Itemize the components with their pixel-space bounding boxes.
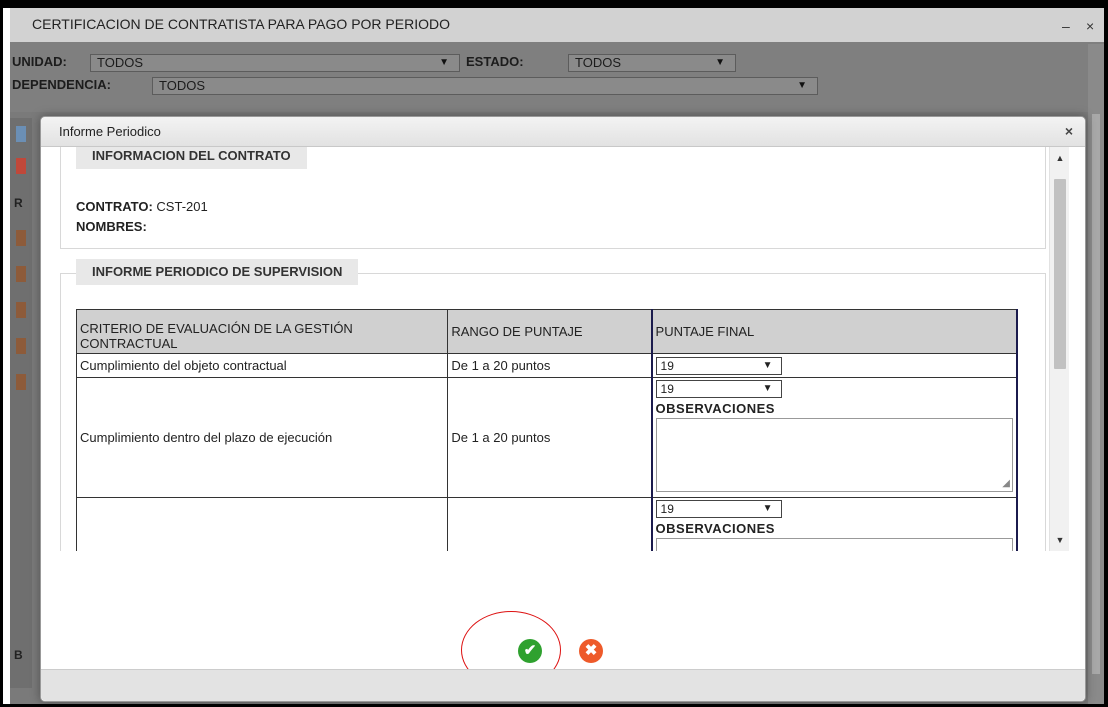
evaluation-table: CRITERIO DE EVALUACIÓN DE LA GESTIÓN CON… (75, 309, 1019, 551)
report-legend: INFORME PERIODICO DE SUPERVISION (76, 259, 359, 285)
table-row: Cumplimiento dentro del plazo de ejecuci… (75, 377, 1019, 498)
scroll-up-icon[interactable]: ▲ (1050, 153, 1070, 163)
dialog-header: Informe Periodico × (41, 117, 1085, 147)
close-icon[interactable]: × (1086, 18, 1094, 34)
header-rango: RANGO DE PUNTAJE (447, 309, 653, 354)
estado-select-value: TODOS (575, 55, 621, 70)
rango-cell: De 1 a 20 puntos (447, 353, 653, 378)
chevron-down-icon: ▼ (715, 57, 725, 68)
dialog-title: Informe Periodico (59, 124, 161, 139)
contrato-label: CONTRATO: (76, 199, 153, 214)
observaciones-textarea[interactable]: ◢ (655, 418, 1013, 492)
dialog-scrollbar-thumb[interactable] (1054, 179, 1066, 369)
contract-info-legend: INFORMACION DEL CONTRATO (76, 147, 307, 169)
chevron-down-icon: ▼ (762, 359, 773, 371)
row-icon (16, 266, 26, 282)
background-left-column: R B (10, 118, 32, 688)
background-window-title: CERTIFICACION DE CONTRATISTA PARA PAGO P… (32, 16, 450, 32)
cancel-button[interactable]: ✖ (579, 639, 603, 663)
criterio-cell: Cumplimiento dentro del plazo de ejecuci… (75, 377, 449, 498)
chevron-down-icon: ▼ (439, 57, 449, 68)
informe-periodico-dialog: Informe Periodico × INFORMACION DEL CONT… (40, 116, 1086, 702)
row-letter: R (14, 196, 23, 210)
check-circle-icon: ✔ (523, 642, 537, 659)
puntaje-select-value: 19 (660, 382, 674, 396)
accept-button[interactable]: ✔ (518, 639, 542, 663)
rango-cell: De 1 a 20 puntos (447, 377, 653, 498)
background-scrollbar[interactable] (1088, 44, 1104, 704)
header-puntaje: PUNTAJE FINAL (650, 309, 1019, 354)
unidad-label: UNIDAD: (12, 54, 67, 69)
estado-select[interactable]: TODOS ▼ (568, 54, 736, 72)
checklist-icon (16, 158, 26, 174)
chevron-down-icon: ▼ (797, 80, 807, 91)
row-icon (16, 302, 26, 318)
filter-bar: UNIDAD: TODOS ▼ ESTADO: TODOS ▼ DEPENDEN… (10, 42, 1104, 112)
header-criterio: CRITERIO DE EVALUACIÓN DE LA GESTIÓN CON… (75, 309, 449, 354)
puntaje-select[interactable]: 19 ▼ (655, 380, 782, 398)
estado-label: ESTADO: (466, 54, 524, 69)
puntaje-cell: 19 ▼ (650, 353, 1019, 378)
puntaje-cell: 19 ▼ OBSERVACIONES (650, 497, 1019, 551)
close-icon[interactable]: × (1061, 123, 1077, 139)
observaciones-textarea[interactable] (655, 538, 1013, 551)
background-scrollbar-thumb[interactable] (1092, 114, 1100, 674)
unidad-select[interactable]: TODOS ▼ (90, 54, 460, 72)
document-icon (16, 126, 26, 142)
chevron-down-icon: ▼ (762, 383, 773, 394)
nombres-label: NOMBRES: (76, 219, 147, 234)
contrato-row: CONTRATO: CST-201 (76, 199, 208, 214)
criterio-cell (75, 497, 449, 551)
dialog-scrollbar[interactable]: ▲ ▼ (1049, 147, 1069, 551)
puntaje-select[interactable]: 19 ▼ (655, 500, 782, 518)
table-header-row: CRITERIO DE EVALUACIÓN DE LA GESTIÓN CON… (75, 309, 1019, 354)
puntaje-select-value: 19 (660, 502, 674, 516)
row-icon (16, 374, 26, 390)
observaciones-label: OBSERVACIONES (655, 521, 775, 536)
row-letter: B (14, 648, 23, 662)
nombres-row: NOMBRES: (76, 219, 147, 234)
observaciones-label: OBSERVACIONES (655, 401, 775, 416)
dependencia-select-value: TODOS (159, 78, 205, 93)
table-row: Cumplimiento del objeto contractual De 1… (75, 353, 1019, 378)
dialog-content: INFORMACION DEL CONTRATO CONTRATO: CST-2… (42, 147, 1048, 551)
puntaje-select[interactable]: 19 ▼ (655, 356, 782, 375)
background-titlebar: CERTIFICACION DE CONTRATISTA PARA PAGO P… (10, 8, 1104, 42)
dependencia-label: DEPENDENCIA: (12, 77, 111, 92)
resize-grip-icon[interactable]: ◢ (1002, 478, 1010, 489)
rango-cell (447, 497, 653, 551)
puntaje-cell: 19 ▼ OBSERVACIONES ◢ (650, 377, 1019, 498)
row-icon (16, 230, 26, 246)
x-circle-icon: ✖ (584, 642, 598, 659)
row-icon (16, 338, 26, 354)
scroll-down-icon[interactable]: ▼ (1050, 535, 1070, 545)
puntaje-select-value: 19 (660, 358, 674, 373)
chevron-down-icon: ▼ (762, 503, 773, 514)
dependencia-select[interactable]: TODOS ▼ (152, 77, 818, 95)
criterio-cell: Cumplimiento del objeto contractual (75, 353, 449, 378)
unidad-select-value: TODOS (97, 55, 143, 70)
contrato-value: CST-201 (156, 199, 208, 214)
minimize-icon[interactable]: – (1062, 18, 1070, 34)
table-row: 19 ▼ OBSERVACIONES (75, 497, 1019, 551)
dialog-footer (41, 669, 1085, 701)
